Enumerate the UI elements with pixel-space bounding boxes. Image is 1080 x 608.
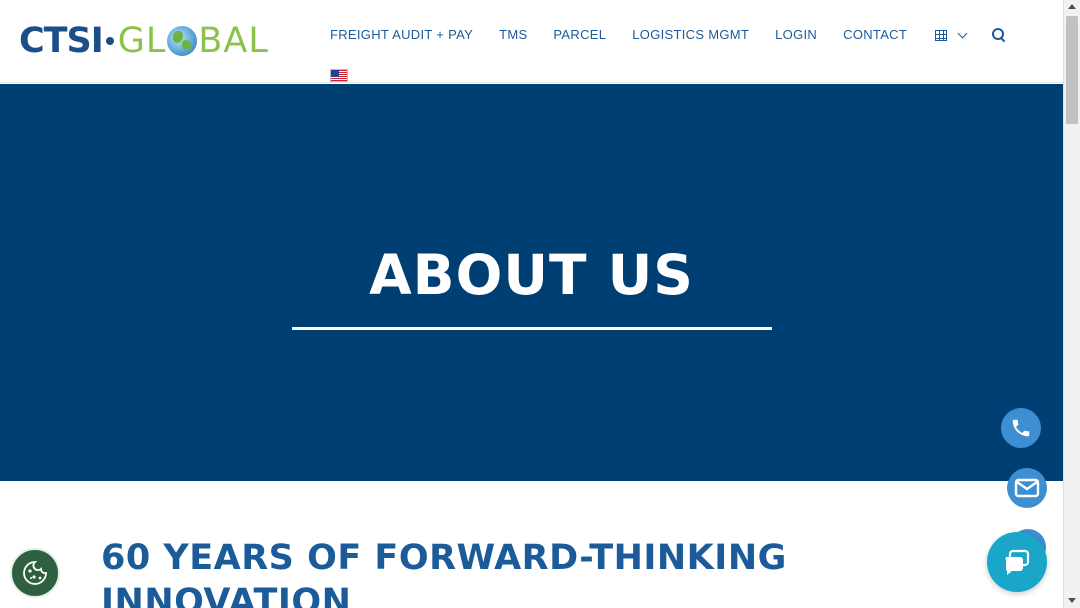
logo-global-part2: BAL	[198, 21, 269, 61]
phone-icon	[1012, 419, 1030, 437]
search-icon[interactable]	[992, 28, 1006, 42]
nav-item-contact[interactable]: CONTACT	[843, 26, 907, 44]
chat-button[interactable]	[987, 532, 1047, 592]
logo-global-part1: GL	[117, 21, 167, 61]
us-flag-icon[interactable]	[330, 69, 348, 82]
apps-dropdown-button[interactable]	[935, 28, 968, 41]
nav-item-freight-audit-pay[interactable]: FREIGHT AUDIT + PAY	[330, 26, 473, 44]
cookie-icon	[23, 561, 47, 585]
grid-icon	[935, 29, 948, 41]
cookie-settings-button[interactable]	[10, 548, 60, 598]
mail-icon	[1014, 478, 1040, 498]
page-title: ABOUT US	[369, 243, 694, 307]
chevron-down-icon	[957, 28, 968, 38]
site-header: CTSI GL BAL FREIGHT AUDIT + PAY TMS PARC…	[0, 0, 1063, 83]
title-underline	[292, 327, 772, 330]
scrollbar-thumb[interactable]	[1066, 16, 1078, 124]
phone-button[interactable]	[1001, 408, 1041, 448]
nav-item-login[interactable]: LOGIN	[775, 26, 817, 44]
logo-ctsi-text: CTSI	[19, 21, 104, 61]
scroll-down-arrow-icon[interactable]	[1068, 598, 1076, 603]
globe-icon	[167, 26, 198, 56]
scroll-up-arrow-icon[interactable]	[1068, 4, 1076, 9]
nav-item-logistics-mgmt[interactable]: LOGISTICS MGMT	[632, 26, 749, 44]
logo-global-text: GL BAL	[118, 22, 269, 60]
logo-dot	[105, 37, 114, 45]
vertical-scrollbar[interactable]	[1063, 0, 1080, 608]
main-nav: FREIGHT AUDIT + PAY TMS PARCEL LOGISTICS…	[330, 26, 1006, 44]
chat-icon	[1005, 549, 1030, 575]
nav-item-parcel[interactable]: PARCEL	[553, 26, 606, 44]
hero-banner: ABOUT US	[0, 84, 1063, 481]
section-heading: 60 YEARS OF FORWARD-THINKING INNOVATION	[101, 538, 787, 608]
mail-button[interactable]	[1007, 468, 1047, 508]
nav-item-tms[interactable]: TMS	[499, 26, 527, 44]
ctsi-global-logo[interactable]: CTSI GL BAL	[19, 22, 269, 60]
